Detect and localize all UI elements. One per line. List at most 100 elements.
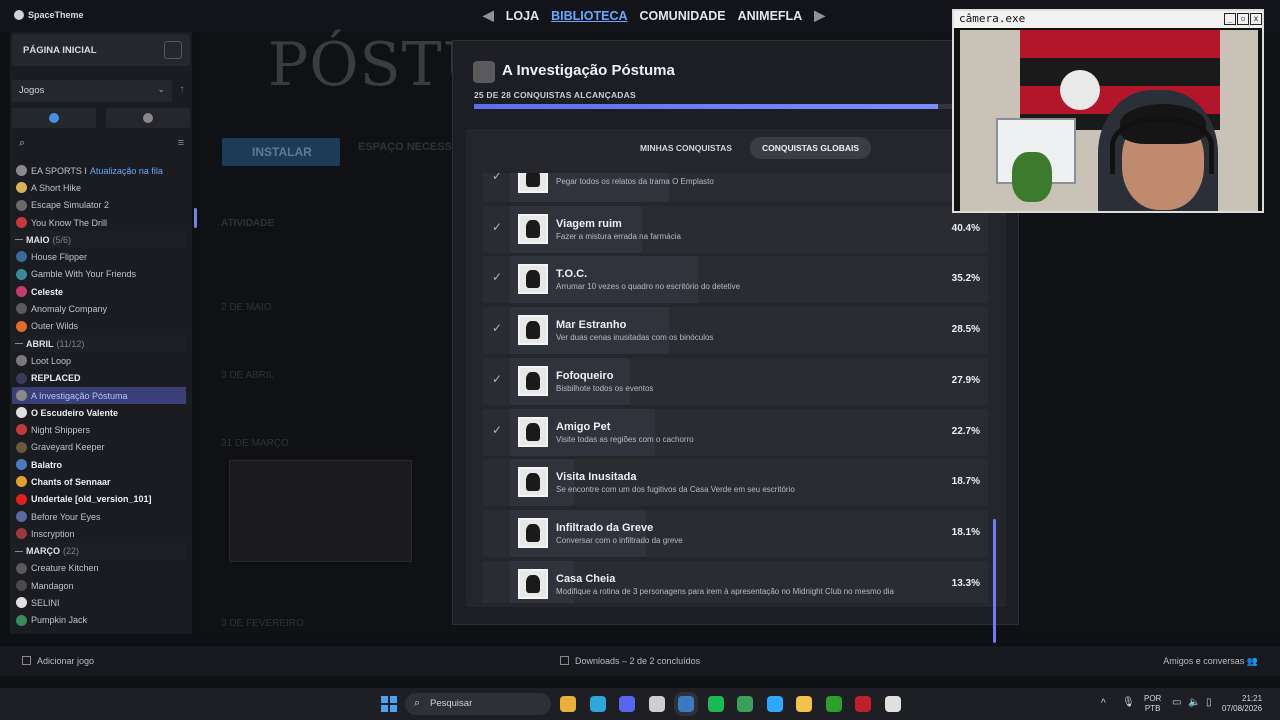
taskbar-spotify-icon[interactable] — [707, 696, 724, 712]
game-title: Pumpkin Jack — [31, 615, 88, 626]
game-list-item[interactable]: Creature Kitchen — [12, 560, 186, 577]
game-list-item[interactable]: Before Your Eyes — [12, 508, 186, 525]
taskbar-search[interactable]: ⌕ Pesquisar — [405, 693, 551, 715]
taskbar-app-red-icon[interactable] — [855, 696, 871, 712]
game-list-item[interactable]: A Investigação Póstuma — [12, 386, 186, 405]
back-arrow-icon[interactable]: ◀ — [483, 7, 494, 24]
achievement-row[interactable]: Casa Cheia Modifique a rotina de 3 person… — [482, 560, 988, 603]
maximize-icon[interactable]: ▫ — [1237, 13, 1249, 25]
taskbar-explorer-icon[interactable] — [796, 696, 812, 712]
achievement-row[interactable]: ✓ Viagem ruim Fazer a mistura errada na fa… — [482, 205, 988, 253]
game-list-item[interactable]: Loot Loop — [12, 352, 186, 369]
taskbar-xbox-icon[interactable] — [825, 696, 842, 712]
game-list-item[interactable]: Graveyard Keeper — [12, 439, 186, 456]
grid-view-icon[interactable] — [164, 41, 182, 59]
games-dropdown[interactable]: Jogos ⌄ — [12, 80, 172, 102]
game-icon — [16, 614, 27, 626]
taskbar-steam-icon[interactable] — [678, 696, 694, 712]
windows-start-icon[interactable] — [381, 696, 397, 712]
achievement-row[interactable]: ✓ Pegar todos os relatos da trama O Empla… — [482, 173, 988, 202]
section-header[interactable]: ABRIL (11/12) — [12, 334, 186, 353]
game-list-item[interactable]: Chants of Sennaar — [12, 473, 186, 490]
taskbar-app-white-icon[interactable] — [884, 696, 901, 712]
game-list-item[interactable]: Inscryption — [12, 525, 186, 542]
game-list-item[interactable]: Undertale [old_version_101] — [12, 491, 186, 508]
section-header[interactable]: MAIO (5/6) — [12, 231, 186, 249]
nav-tab-profile[interactable]: ANIMEFLA — [738, 9, 803, 23]
achievement-scrollbar[interactable] — [993, 519, 996, 643]
sort-up-icon[interactable]: ↑ — [174, 80, 190, 102]
game-list-item[interactable]: Escape Simulator 2 — [12, 197, 186, 214]
mic-icon[interactable]: 🎙 — [1122, 697, 1135, 708]
sidebar-scrollbar[interactable] — [194, 208, 197, 228]
camera-title-bar[interactable]: câmera.exe _ ▫ x — [954, 11, 1262, 28]
add-game-button[interactable]: Adicionar jogo — [22, 656, 94, 666]
game-icon — [16, 268, 27, 280]
achievement-badge-icon — [518, 568, 548, 599]
achievement-row[interactable]: ✓ T.O.C. Arrumar 10 vezes o quadro no escr… — [482, 256, 988, 304]
home-button[interactable]: PÁGINA INICIAL — [12, 34, 190, 66]
achievement-row[interactable]: ✓ Mar Estranho Ver duas cenas inusitadas c… — [482, 307, 988, 355]
language-indicator[interactable]: POR PTB — [1144, 694, 1161, 714]
game-list-item[interactable]: You Know The Drill — [12, 214, 186, 231]
filter-playable-button[interactable] — [106, 108, 190, 128]
game-list-item[interactable]: O Escudeiro Valente — [12, 404, 186, 421]
language-code: POR — [1144, 694, 1162, 703]
achievement-row[interactable]: Visita Inusitada Se encontre com um dos f… — [482, 459, 988, 507]
friends-icon: 👥 — [1246, 656, 1258, 666]
game-title: Gamble With Your Friends — [31, 269, 137, 280]
game-list-item[interactable]: Celeste — [12, 283, 186, 300]
taskbar-discord-icon[interactable] — [619, 696, 635, 712]
filter-icon[interactable]: ≡ — [178, 137, 184, 149]
achievement-percentage: 18.7% — [951, 476, 980, 488]
game-list-item[interactable]: A Short Hike — [12, 179, 186, 196]
taskbar-obs-icon[interactable] — [648, 696, 665, 712]
filter-recent-button[interactable] — [12, 108, 96, 128]
achievement-description: Arrumar 10 vezes o quadro no escritório … — [556, 282, 741, 292]
chevron-up-icon[interactable]: ^ — [1101, 698, 1106, 709]
taskbar-app-green-icon[interactable] — [737, 696, 753, 712]
game-list-item[interactable]: Outer Wilds — [12, 318, 186, 335]
install-button[interactable]: INSTALAR — [222, 138, 340, 166]
clock-icon — [49, 113, 59, 123]
achievement-row[interactable]: ✓ Fofoqueiro Bisbilhote todos os eventos 27… — [482, 357, 988, 405]
game-list-item[interactable]: EA SPORTS I Atualização na fila — [12, 162, 186, 179]
game-icon — [16, 216, 27, 228]
tab-global-achievements[interactable]: CONQUISTAS GLOBAIS — [749, 137, 872, 159]
taskbar-edge-icon[interactable] — [589, 696, 606, 712]
downloads-button[interactable]: Downloads – 2 de 2 concluídos — [560, 656, 700, 666]
achievement-progress-text: 25 DE 28 CONQUISTAS ALCANÇADAS — [474, 90, 636, 100]
achievement-row[interactable]: Infiltrado da Greve Conversar com o infil… — [482, 509, 988, 557]
nav-tab-community[interactable]: COMUNIDADE — [640, 9, 726, 23]
game-list-item[interactable]: Mandagon — [12, 577, 186, 594]
game-icon — [16, 424, 27, 436]
tab-my-achievements[interactable]: MINHAS CONQUISTAS — [628, 137, 744, 159]
game-list-item[interactable]: House Flipper — [12, 248, 186, 265]
game-list-item[interactable]: Night Shippers — [12, 421, 186, 438]
game-icon — [16, 251, 27, 263]
game-list-item[interactable]: Gamble With Your Friends — [12, 266, 186, 283]
game-list-item[interactable]: Pumpkin Jack — [12, 612, 186, 629]
section-count: (22) — [63, 546, 80, 557]
game-list-item[interactable]: REPLACED — [12, 370, 186, 387]
nav-tab-store[interactable]: LOJA — [506, 9, 539, 23]
minimize-icon[interactable]: _ — [1224, 13, 1236, 25]
friends-button[interactable]: Amigos e conversas 👥 — [1163, 656, 1258, 667]
battery-icon[interactable]: ▯ — [1206, 697, 1212, 708]
close-icon[interactable]: x — [1250, 13, 1262, 25]
forward-arrow-icon[interactable]: ▶ — [814, 7, 825, 24]
game-list-item[interactable]: Balatro — [12, 456, 186, 473]
nav-tab-library[interactable]: BIBLIOTECA — [551, 9, 627, 23]
game-list-item[interactable]: Anomaly Company — [12, 300, 186, 317]
volume-icon[interactable]: 🔈 — [1188, 697, 1200, 708]
achievement-description: Se encontre com um dos fugitivos da Casa… — [556, 485, 795, 495]
taskbar-photoshop-icon[interactable] — [766, 696, 783, 712]
achievement-badge-icon — [518, 365, 548, 396]
game-list-item[interactable]: SELINI — [12, 594, 186, 611]
taskbar-chrome-icon[interactable] — [560, 696, 576, 712]
sidebar-search[interactable]: ⌕ ≡ — [12, 134, 190, 154]
section-header[interactable]: MARÇO (22) — [12, 542, 186, 560]
network-icon[interactable]: ▭ — [1172, 697, 1181, 708]
achievement-row[interactable]: ✓ Amigo Pet Visite todas as regiões com o … — [482, 408, 988, 456]
clock[interactable]: 21:21 07/08/2026 — [1222, 694, 1262, 714]
